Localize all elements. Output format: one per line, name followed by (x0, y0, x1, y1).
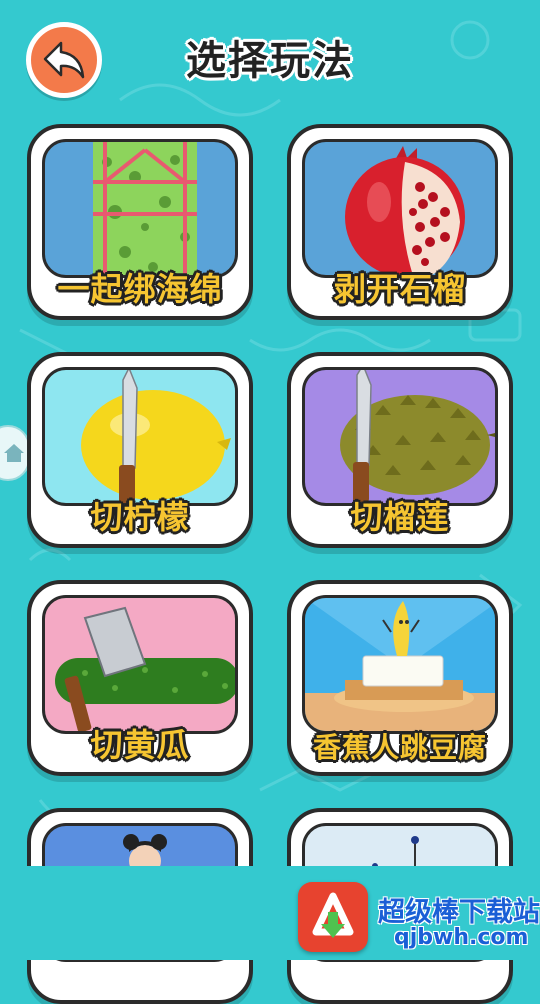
lemon-knife-icon (81, 370, 231, 503)
banana-tofu-icon (305, 598, 495, 731)
durian-knife-icon (340, 370, 495, 502)
watermark-name: 超级棒下载站 (378, 897, 540, 928)
mode-label: 香蕉人跳豆腐 (312, 731, 487, 764)
mode-label: 一起绑海绵 (57, 270, 223, 308)
mode-label: 切柠檬 (90, 498, 190, 536)
mode-image (302, 367, 498, 506)
mode-image (42, 139, 238, 278)
mode-image (302, 595, 498, 734)
mode-card-pomegranate[interactable]: 剥开石榴 (287, 124, 513, 320)
mode-label: 切黄瓜 (90, 726, 190, 764)
download-logo-icon (312, 892, 354, 938)
cucumber-cleaver-icon (55, 606, 235, 731)
mode-grid: 一起绑海绵 剥开石榴 切柠檬 切榴莲 切黄瓜 香蕉人跳豆腐 (0, 0, 540, 1004)
pomegranate-icon (345, 146, 465, 275)
mode-label: 剥开石榴 (333, 270, 466, 308)
mode-label: 切榴莲 (350, 498, 450, 536)
mode-image (42, 367, 238, 506)
sponge-icon (93, 142, 197, 275)
mode-image (42, 595, 238, 734)
mode-card-cucumber[interactable]: 切黄瓜 (27, 580, 253, 776)
mode-card-sponge[interactable]: 一起绑海绵 (27, 124, 253, 320)
mode-card-durian[interactable]: 切榴莲 (287, 352, 513, 548)
mode-image (302, 139, 498, 278)
mode-card-banana-tofu[interactable]: 香蕉人跳豆腐 (287, 580, 513, 776)
mode-card-lemon[interactable]: 切柠檬 (27, 352, 253, 548)
watermark-logo (298, 882, 368, 952)
watermark-url: qjbwh.com (394, 925, 529, 950)
